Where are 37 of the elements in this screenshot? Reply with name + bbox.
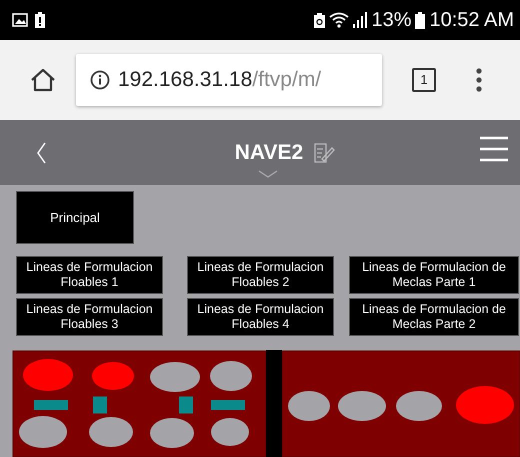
menu-icon[interactable] [480,136,508,162]
signal-icon [353,12,368,28]
indicator-lamp[interactable] [92,362,134,390]
info-icon [90,70,110,90]
indicator-lamp[interactable] [150,362,200,392]
line-button[interactable]: Lineas de Formulacion Floables 3 [16,298,163,336]
indicator-lamp[interactable] [23,359,73,391]
line-button[interactable]: Lineas de Formulacion de Meclas Parte 1 [349,256,519,294]
battery-icon [415,12,426,28]
indicator-lamp[interactable] [89,417,133,447]
indicator-lamp[interactable] [150,418,194,448]
edit-icon[interactable] [313,142,336,162]
battery-alert-icon [35,12,45,28]
home-icon[interactable] [30,68,56,92]
image-icon [12,13,28,27]
page-title: NAVE2 [234,140,304,164]
back-icon[interactable] [36,142,46,164]
indicator-lamp[interactable] [210,361,252,391]
wifi-icon [329,12,350,28]
principal-button[interactable]: Principal [16,191,134,244]
indicator-lamp[interactable] [456,386,514,424]
address-bar[interactable]: 192.168.31.18/ftvp/m/ [76,54,382,106]
battery-saver-icon [314,12,326,28]
line-button[interactable]: Lineas de Formulacion Floables 1 [16,256,163,294]
battery-percent: 13% [371,8,412,32]
clock: 10:52 AM [429,8,514,32]
indicator-lamp[interactable] [338,391,386,421]
indicator-lamp[interactable] [396,391,442,421]
tab-count-button[interactable]: 1 [412,68,436,92]
chevron-down-icon[interactable] [258,170,278,178]
menu-icon[interactable] [476,68,482,92]
indicator-lamp[interactable] [19,416,67,448]
line-button[interactable]: Lineas de Formulacion Floables 4 [187,298,334,336]
indicator-lamp[interactable] [211,418,249,446]
line-button[interactable]: Lineas de Formulacion de Meclas Parte 2 [349,298,519,336]
line-button[interactable]: Lineas de Formulacion Floables 2 [187,256,334,294]
indicator-lamp[interactable] [288,391,330,421]
